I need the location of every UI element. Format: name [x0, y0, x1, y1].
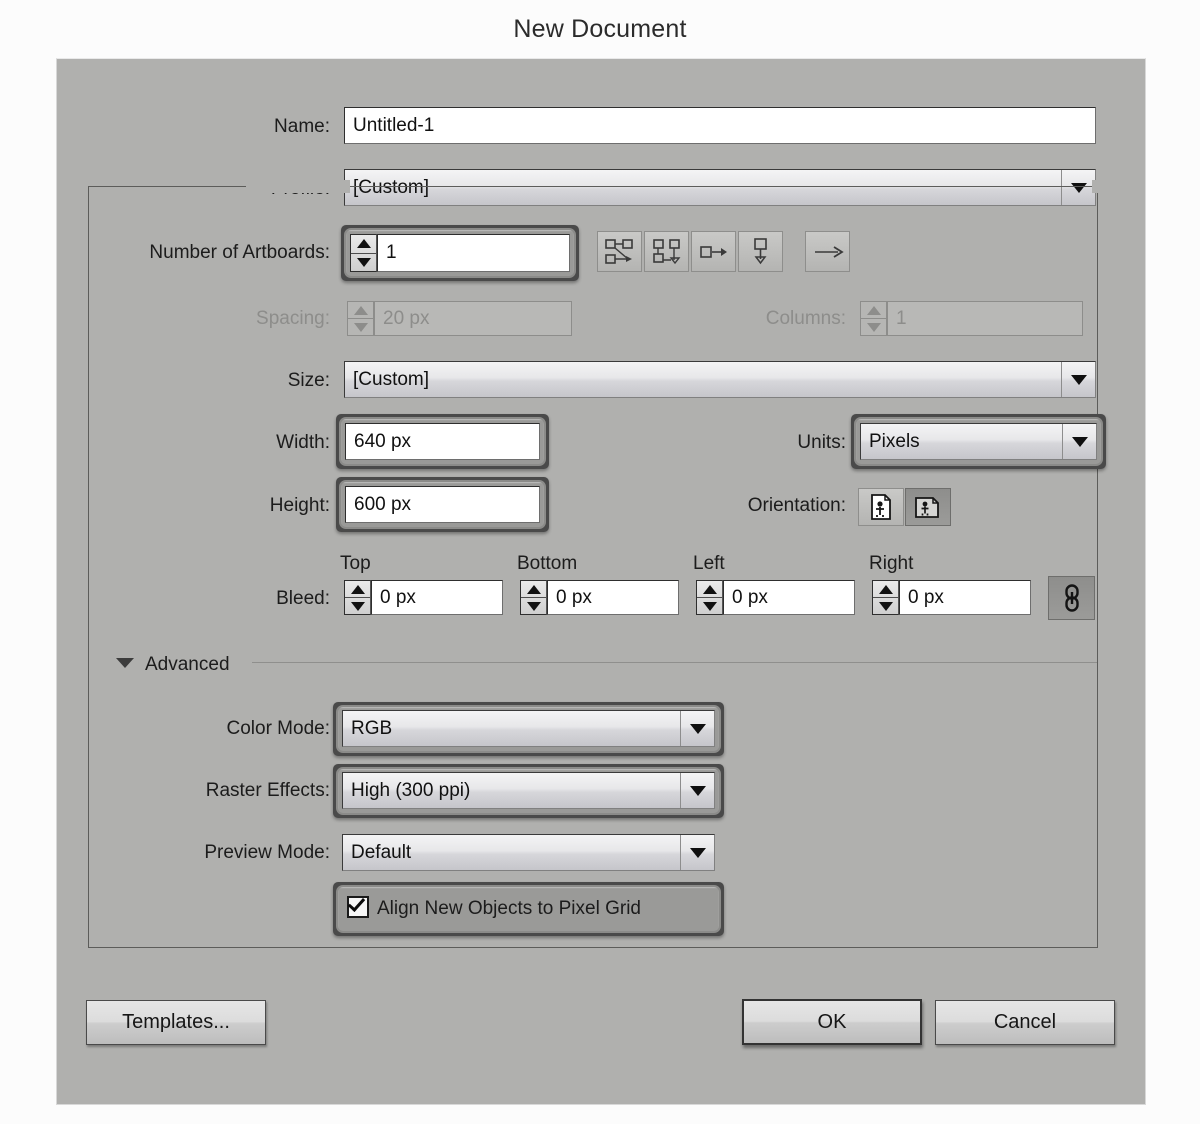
bleed-right-column-label: Right [869, 553, 914, 574]
width-input[interactable]: 640 px [345, 423, 540, 460]
cancel-button[interactable]: Cancel [935, 1000, 1115, 1045]
number-of-artboards-label: Number of Artboards: [149, 242, 330, 263]
height-input[interactable]: 600 px [345, 486, 540, 523]
chevron-down-icon [680, 711, 714, 746]
dialog-title-bar: New Document [0, 0, 1200, 58]
artboard-grid-by-column-button[interactable] [644, 231, 689, 272]
stepper-up-icon [861, 302, 886, 318]
bleed-left-input[interactable]: 0 px [723, 580, 855, 615]
columns-input: 1 [887, 301, 1083, 336]
columns-stepper [860, 301, 887, 336]
name-label: Name: [274, 116, 330, 137]
raster-effects-dropdown-value: High (300 ppi) [351, 779, 471, 801]
color-mode-dropdown-value: RGB [351, 717, 393, 739]
stepper-up-icon [348, 302, 373, 318]
page-title: New Document [513, 14, 687, 43]
color-mode-label: Color Mode: [226, 718, 331, 739]
raster-effects-label: Raster Effects: [205, 780, 330, 801]
orientation-label: Orientation: [747, 495, 846, 516]
grid-by-column-icon [652, 238, 680, 264]
spacing-stepper [347, 301, 374, 336]
advanced-section-label[interactable]: Advanced [145, 655, 230, 674]
ok-button[interactable]: OK [742, 999, 922, 1045]
units-dropdown-value: Pixels [869, 430, 920, 452]
bleed-bottom-column-label: Bottom [517, 553, 578, 574]
height-label: Height: [269, 495, 330, 516]
spacing-label: Spacing: [256, 308, 330, 329]
bleed-label: Bleed: [276, 588, 330, 609]
color-mode-dropdown[interactable]: RGB [342, 710, 715, 747]
chevron-down-icon [680, 773, 714, 808]
bleed-bottom-stepper[interactable] [520, 580, 547, 615]
link-bleed-values-icon [1064, 584, 1079, 612]
groupbox-notch-left [246, 180, 350, 193]
chevron-down-icon [1061, 362, 1095, 397]
align-pixel-grid-checkbox[interactable] [347, 894, 369, 918]
groupbox-notch-right [1092, 180, 1102, 193]
grid-by-row-icon [604, 238, 633, 264]
orientation-portrait-button[interactable] [858, 488, 904, 526]
stepper-down-icon [861, 318, 886, 335]
templates-button-label: Templates... [122, 1011, 230, 1033]
advanced-divider [252, 662, 1097, 663]
size-dropdown-value: [Custom] [353, 368, 430, 390]
stepper-up-icon[interactable] [873, 581, 898, 597]
stepper-up-icon[interactable] [697, 581, 722, 597]
units-dropdown[interactable]: Pixels [860, 423, 1097, 460]
cancel-button-label: Cancel [993, 1011, 1057, 1033]
preview-mode-dropdown-value: Default [351, 841, 412, 863]
artboard-arrange-by-column-button[interactable] [738, 231, 783, 272]
bleed-right-input[interactable]: 0 px [899, 580, 1031, 615]
chevron-down-icon [680, 835, 714, 870]
raster-effects-dropdown[interactable]: High (300 ppi) [342, 772, 715, 809]
new-document-dialog: New Document Name: Untitled-1 Profile: [… [0, 0, 1200, 1124]
bleed-link-button[interactable] [1048, 576, 1095, 620]
artboard-direction-button[interactable] [805, 231, 850, 272]
artboard-grid-by-row-button[interactable] [597, 231, 642, 272]
stepper-up-icon[interactable] [345, 581, 370, 597]
chevron-down-icon [1062, 424, 1096, 459]
artboard-arrange-by-row-button[interactable] [691, 231, 736, 272]
units-label: Units: [797, 432, 846, 453]
number-of-artboards-stepper[interactable] [350, 234, 377, 272]
number-of-artboards-input[interactable]: 1 [377, 234, 570, 272]
columns-label: Columns: [765, 308, 846, 329]
stepper-down-icon [348, 318, 373, 335]
name-input[interactable]: Untitled-1 [344, 107, 1096, 144]
spacing-input: 20 px [374, 301, 572, 336]
bleed-right-stepper[interactable] [872, 580, 899, 615]
stepper-down-icon[interactable] [521, 597, 546, 614]
bleed-top-input[interactable]: 0 px [371, 580, 503, 615]
bleed-top-column-label: Top [340, 553, 371, 574]
size-label: Size: [287, 370, 330, 391]
stepper-down-icon[interactable] [697, 597, 722, 614]
arrange-by-row-icon [699, 245, 727, 258]
stepper-down-icon[interactable] [345, 597, 370, 614]
preview-mode-dropdown[interactable]: Default [342, 834, 715, 871]
check-icon [347, 894, 366, 912]
align-pixel-grid-label[interactable]: Align New Objects to Pixel Grid [377, 899, 641, 918]
bleed-bottom-input[interactable]: 0 px [547, 580, 679, 615]
left-to-right-icon [814, 245, 844, 258]
stepper-up-icon[interactable] [521, 581, 546, 597]
arrange-by-column-icon [753, 237, 767, 264]
bleed-top-stepper[interactable] [344, 580, 371, 615]
landscape-icon [915, 497, 939, 518]
width-label: Width: [276, 432, 330, 453]
preview-mode-label: Preview Mode: [204, 842, 330, 863]
stepper-down-icon[interactable] [873, 597, 898, 614]
chevron-down-icon[interactable] [116, 658, 134, 668]
templates-button[interactable]: Templates... [86, 1000, 266, 1045]
stepper-up-icon[interactable] [351, 235, 376, 253]
portrait-icon [871, 494, 891, 520]
size-dropdown[interactable]: [Custom] [344, 361, 1096, 398]
bleed-left-column-label: Left [693, 553, 725, 574]
ok-button-label: OK [817, 1010, 847, 1033]
orientation-landscape-button[interactable] [905, 488, 951, 526]
stepper-down-icon[interactable] [351, 252, 376, 272]
bleed-left-stepper[interactable] [696, 580, 723, 615]
